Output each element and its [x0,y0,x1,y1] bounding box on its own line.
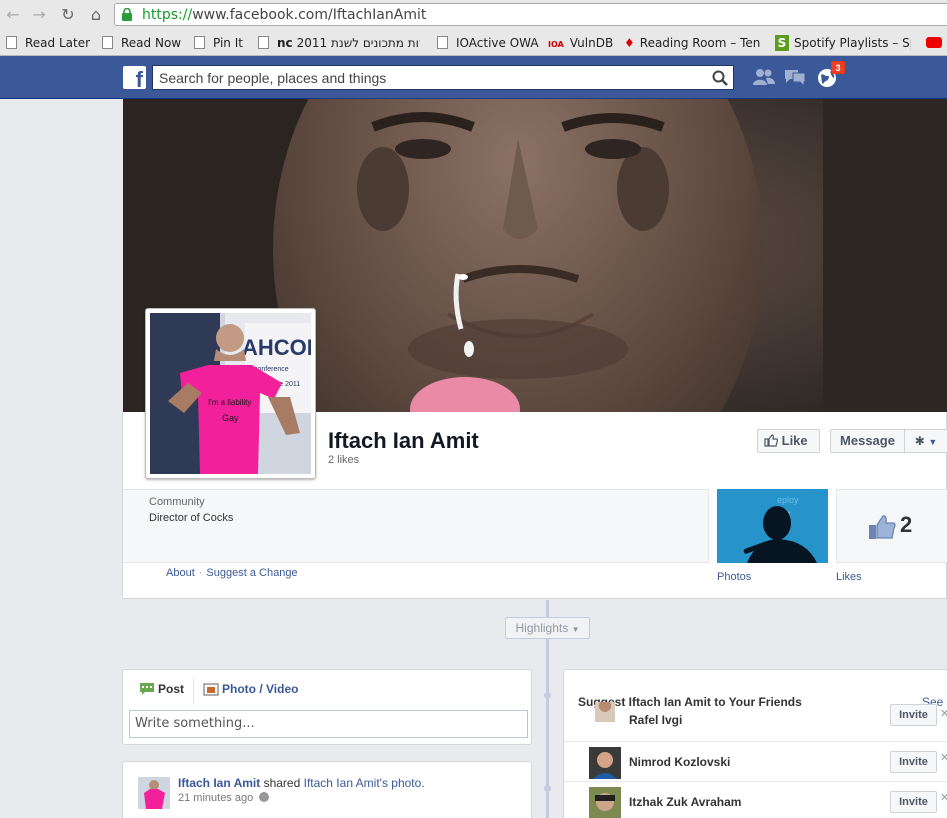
facebook-logo-icon[interactable]: f [123,66,146,89]
photos-label[interactable]: Photos [717,571,751,583]
write-something-input[interactable]: Write something... [129,710,528,738]
svg-text:eploy: eploy [777,495,799,505]
youtube-icon[interactable] [926,35,947,51]
page-icon [258,36,269,49]
shirt-text: I'm a liability [208,398,251,407]
tab-photo-video[interactable]: Photo / Video [203,682,298,696]
timeline-dot [544,692,551,699]
suggest-friends-box: Suggest Iftach Ian Amit to Your Friends … [563,669,947,818]
browser-chrome: ← → ↻ ⌂ https://www.facebook.com/IftachI… [0,0,947,56]
bookmark-ocal[interactable]: ncאוכל נט – תחרות מתכונים לשנת 2011 [258,35,420,51]
search-box [152,65,734,90]
status-composer: Post Photo / Video Write something... [122,669,532,745]
about-box [123,489,709,563]
reload-icon[interactable]: ↻ [58,5,78,25]
likes-box[interactable] [836,489,947,563]
friend-name[interactable]: Rafel Ivgi [629,713,682,727]
story-timestamp[interactable]: 21 minutes ago [178,792,270,804]
facebook-topbar: f 3 [0,56,947,99]
likes-count: 2 likes [328,454,360,466]
notifications-badge: 3 [831,61,845,74]
page-title[interactable]: Iftach Ian Amit [328,428,479,454]
spotify-icon: S [775,35,789,51]
close-icon[interactable]: ✕ [940,791,947,804]
lock-icon [122,8,132,21]
photos-image: eploy nt [717,489,828,563]
messages-icon[interactable] [783,66,807,88]
bookmark-ioactive-owa[interactable]: IOActive OWA [437,35,539,51]
bookmark-vulndb[interactable]: IOA VulnDB [548,35,613,51]
like-label: Like [781,433,808,448]
thumbs-up-icon [869,515,896,539]
friend-avatar[interactable] [589,747,621,779]
story-headline: Iftach Ian Amit shared Iftach Ian Amit's… [178,776,425,790]
page-icon [6,36,17,49]
friend-row: Nimrod Kozlovski Invite ✕ [564,742,947,782]
search-input[interactable] [159,69,699,87]
page-icon [437,36,448,49]
shirt-text-2: Gay [222,413,239,423]
friend-name[interactable]: Nimrod Kozlovski [629,755,730,769]
page-category: Community [149,496,205,508]
forward-icon[interactable]: → [29,5,49,25]
like-button[interactable]: Like [757,429,820,453]
story-object-link[interactable]: Iftach Ian Amit's photo. [304,776,425,790]
address-row: ← → ↻ ⌂ https://www.facebook.com/IftachI… [0,0,947,30]
status-icon [140,683,154,695]
likes-label[interactable]: Likes [836,571,862,583]
dragon-icon: ♦ [624,36,635,50]
photos-thumbnail[interactable]: eploy nt [717,489,828,563]
bookmark-read-now[interactable]: Read Now [102,35,181,51]
highlights-dropdown[interactable]: Highlights ▼ [505,617,590,639]
bookmarks-bar: Read Later Read Now Pin It ncאוכל נט – ת… [0,31,947,55]
profile-image: AHCON conference June 2011 I'm a liabili… [150,313,311,474]
friend-avatar[interactable] [589,787,621,818]
friend-requests-icon[interactable] [752,66,776,88]
banner-text: AHCON [242,335,311,360]
bookmark-pin-it[interactable]: Pin It [194,35,243,51]
link-separator: · [198,567,203,579]
profile-picture[interactable]: AHCON conference June 2011 I'm a liabili… [145,308,316,479]
feed-story: Iftach Ian Amit shared Iftach Ian Amit's… [122,761,532,818]
thumbs-up-icon [764,434,779,447]
tab-post[interactable]: Post [139,682,184,696]
friend-name[interactable]: Itzhak Zuk Avraham [629,795,741,809]
bookmark-spotify[interactable]: S Spotify Playlists – Sp [775,35,911,51]
close-icon[interactable]: ✕ [940,707,947,720]
invite-button[interactable]: Invite [890,751,937,773]
close-icon[interactable]: ✕ [940,751,947,764]
bookmark-read-later[interactable]: Read Later [6,35,90,51]
invite-button[interactable]: Invite [890,791,937,813]
address-bar[interactable]: https://www.facebook.com/IftachIanAmit [114,3,947,26]
likes-number: 2 [900,512,913,537]
suggest-change-link[interactable]: Suggest a Change [206,567,297,579]
friend-row: Rafel Ivgi Invite ✕ [564,702,947,742]
page-icon [102,36,113,49]
ocal-logo-icon: nc [277,36,293,50]
about-link[interactable]: About [166,567,195,579]
gear-icon: ✱ [914,434,925,448]
friend-row: Itzhak Zuk Avraham Invite ✕ [564,782,947,818]
page-description: Director of Cocks [149,512,234,524]
timeline-dot [544,785,551,792]
tab-divider [193,678,194,704]
bookmark-reading-room[interactable]: ♦ Reading Room – Ten [624,35,760,51]
ioa-logo-icon: IOA [548,40,564,49]
friend-avatar[interactable] [589,702,621,722]
search-icon[interactable] [711,69,729,87]
invite-button[interactable]: Invite [890,704,937,726]
chevron-down-icon: ▼ [928,437,938,447]
globe-icon [259,792,270,802]
message-button[interactable]: Message [830,429,905,453]
home-icon[interactable]: ⌂ [86,5,106,25]
back-icon[interactable]: ← [3,5,23,25]
chevron-down-icon: ▼ [571,625,580,634]
story-avatar[interactable] [138,777,170,809]
about-links: About · Suggest a Change [166,567,298,579]
page-icon [194,36,205,49]
photo-icon [203,683,219,696]
page-options-button[interactable]: ✱ ▼ [904,429,947,453]
url-text: https://www.facebook.com/IftachIanAmit [142,7,427,23]
story-actor-link[interactable]: Iftach Ian Amit [178,776,260,790]
